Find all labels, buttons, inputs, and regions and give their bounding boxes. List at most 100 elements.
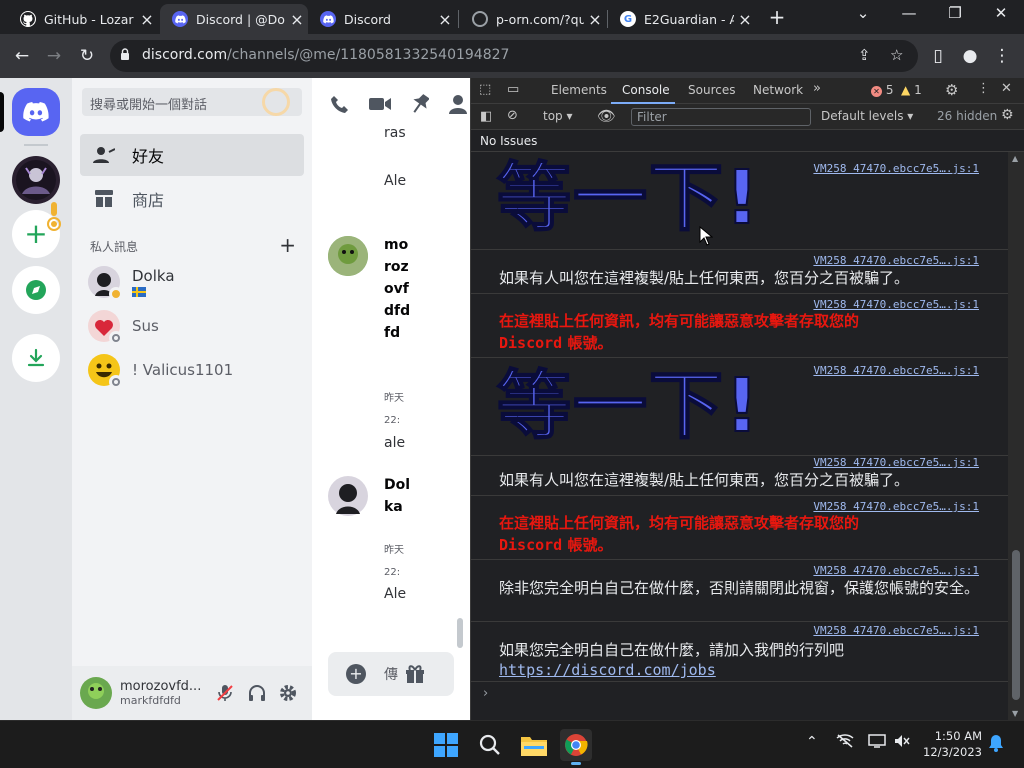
tab-e2guardian[interactable]: G E2Guardian - A × — [608, 4, 756, 34]
menu-kebab-icon[interactable]: ⋮ — [990, 44, 1014, 68]
close-tab-icon[interactable]: × — [734, 10, 756, 29]
voice-call-icon[interactable] — [328, 92, 352, 116]
profile-icon[interactable]: ● — [958, 44, 982, 68]
context-value: top — [543, 109, 563, 123]
network-off-icon[interactable] — [836, 734, 854, 752]
side-panel-icon[interactable]: ▯ — [926, 44, 950, 68]
tab-title: p-orn.com/?qu — [496, 11, 584, 27]
close-tab-icon[interactable]: × — [434, 10, 456, 29]
close-devtools-icon[interactable]: ✕ — [1001, 81, 1012, 96]
console-scrollbar[interactable]: ▲ ▼ — [1008, 152, 1024, 720]
close-window-button[interactable]: ✕ — [986, 4, 1016, 22]
clock[interactable]: 1:50 AM 12/3/2023 — [918, 728, 982, 760]
explore-servers-button[interactable] — [12, 266, 60, 314]
tab-network[interactable]: Network — [753, 83, 803, 97]
mute-mic-icon[interactable] — [214, 682, 236, 704]
server-icon[interactable] — [12, 156, 60, 204]
warning-count[interactable]: ▲ 1 — [901, 83, 922, 97]
nav-friends[interactable]: 好友 — [80, 134, 304, 176]
issues-bar[interactable]: No Issues — [471, 130, 1024, 152]
scrollbar-thumb[interactable] — [1012, 550, 1020, 700]
error-count[interactable]: ✕ 5 — [871, 83, 893, 97]
dm-sidebar: 搜尋或開始一個對話 好友 商店 私人訊息 + Dolka Sus ! Valic… — [72, 78, 312, 720]
bookmark-star-icon[interactable]: ☆ — [890, 46, 903, 64]
chat-area: ras Ale morozovfdfdfd 昨天 22: ale Dolka 昨… — [312, 78, 470, 720]
create-dm-button[interactable]: + — [279, 235, 296, 255]
display-icon[interactable] — [868, 734, 886, 752]
settings-gear-icon[interactable]: ⚙ — [945, 81, 958, 99]
restore-button[interactable]: ❐ — [940, 4, 970, 22]
tab-p-orn[interactable]: p-orn.com/?qu × — [460, 4, 606, 34]
context-select[interactable]: top ▾ — [543, 109, 573, 123]
dm-item-sus[interactable]: Sus — [80, 304, 304, 348]
user-avatar[interactable] — [80, 677, 112, 709]
dm-item-valicus[interactable]: ! Valicus1101 — [80, 348, 304, 392]
console-settings-icon[interactable]: ⚙ — [1001, 107, 1014, 123]
tab-github[interactable]: GitHub - Lozar × — [8, 4, 158, 34]
more-options-icon[interactable]: ⋮ — [977, 81, 990, 96]
source-link[interactable]: VM258 47470.ebcc7e5….js:1 — [813, 564, 979, 577]
attach-plus-icon[interactable]: + — [346, 664, 366, 684]
source-link[interactable]: VM258 47470.ebcc7e5….js:1 — [813, 456, 979, 469]
chat-scrollbar[interactable] — [457, 618, 463, 648]
add-friends-to-dm-icon[interactable] — [446, 92, 470, 116]
source-link[interactable]: VM258 47470.ebcc7e5….js:1 — [813, 254, 979, 267]
eye-icon[interactable]: 👁 — [597, 107, 616, 125]
volume-muted-icon[interactable] — [894, 734, 910, 752]
gift-icon[interactable] — [404, 662, 426, 684]
tab-discord[interactable]: Discord × — [308, 4, 456, 34]
minimize-button[interactable]: — — [894, 4, 924, 22]
add-server-button[interactable]: + — [12, 202, 61, 258]
source-link[interactable]: VM258 47470.ebcc7e5….js:1 — [813, 162, 979, 175]
back-button[interactable]: ← — [10, 44, 34, 68]
jobs-link[interactable]: https://discord.com/jobs — [499, 661, 716, 679]
close-tab-icon[interactable]: × — [584, 10, 606, 29]
new-tab-button[interactable]: + — [764, 6, 790, 30]
message-author[interactable]: morozovfdfdfd — [384, 234, 414, 344]
source-link[interactable]: VM258 47470.ebcc7e5….js:1 — [813, 624, 979, 637]
source-link[interactable]: VM258 47470.ebcc7e5….js:1 — [813, 364, 979, 377]
start-windows-icon[interactable] — [430, 729, 462, 761]
tab-discord-active[interactable]: Discord | @Dol × — [160, 4, 308, 34]
show-hidden-icons[interactable]: ⌃ — [806, 734, 818, 750]
reload-button[interactable]: ↻ — [75, 44, 99, 68]
search-icon[interactable] — [474, 729, 506, 761]
log-levels-select[interactable]: Default levels ▾ — [821, 109, 913, 123]
device-toolbar-icon[interactable]: ▭ — [507, 82, 519, 97]
chrome-taskbar-icon[interactable] — [560, 729, 592, 765]
nav-shop[interactable]: 商店 — [80, 178, 304, 220]
scroll-up-icon[interactable]: ▲ — [1012, 154, 1018, 163]
settings-gear-icon[interactable] — [277, 682, 299, 704]
tab-search-icon[interactable]: ⌄ — [848, 4, 878, 22]
inspect-element-icon[interactable]: ⬚ — [479, 82, 491, 97]
file-explorer-icon[interactable] — [518, 729, 550, 761]
pinned-messages-icon[interactable] — [408, 92, 432, 116]
message-author[interactable]: Dolka — [384, 474, 414, 518]
dm-item-dolka[interactable]: Dolka — [80, 260, 304, 304]
forward-button[interactable]: → — [42, 44, 66, 68]
tab-console[interactable]: Console — [622, 83, 670, 97]
filter-input[interactable]: Filter — [631, 108, 811, 126]
console-prompt[interactable]: › — [483, 686, 488, 701]
compass-icon — [26, 280, 46, 300]
message-input[interactable]: + 傳 — [328, 652, 454, 696]
message-avatar[interactable] — [328, 236, 368, 276]
share-icon[interactable]: ⇪ — [858, 46, 871, 64]
tab-elements[interactable]: Elements — [551, 83, 607, 97]
lock-icon[interactable] — [120, 48, 130, 60]
headphones-icon[interactable] — [246, 682, 268, 704]
notification-bell-icon[interactable] — [988, 734, 1004, 756]
video-call-icon[interactable] — [368, 92, 392, 116]
address-bar[interactable]: discord.com/channels/@me/118058133254019… — [110, 40, 918, 72]
message-avatar[interactable] — [328, 476, 368, 516]
download-apps-button[interactable] — [12, 334, 60, 382]
red-warning-account: 帳號。 — [562, 334, 613, 352]
home-discord-button[interactable] — [12, 88, 60, 136]
tab-sources[interactable]: Sources — [688, 83, 735, 97]
scroll-down-icon[interactable]: ▼ — [1012, 709, 1018, 718]
close-tab-icon[interactable]: × — [286, 10, 308, 29]
more-tabs-icon[interactable]: » — [813, 81, 821, 96]
clear-console-icon[interactable]: ⊘ — [507, 108, 518, 123]
sidebar-toggle-icon[interactable]: ◧ — [480, 109, 492, 124]
close-tab-icon[interactable]: × — [136, 10, 158, 29]
